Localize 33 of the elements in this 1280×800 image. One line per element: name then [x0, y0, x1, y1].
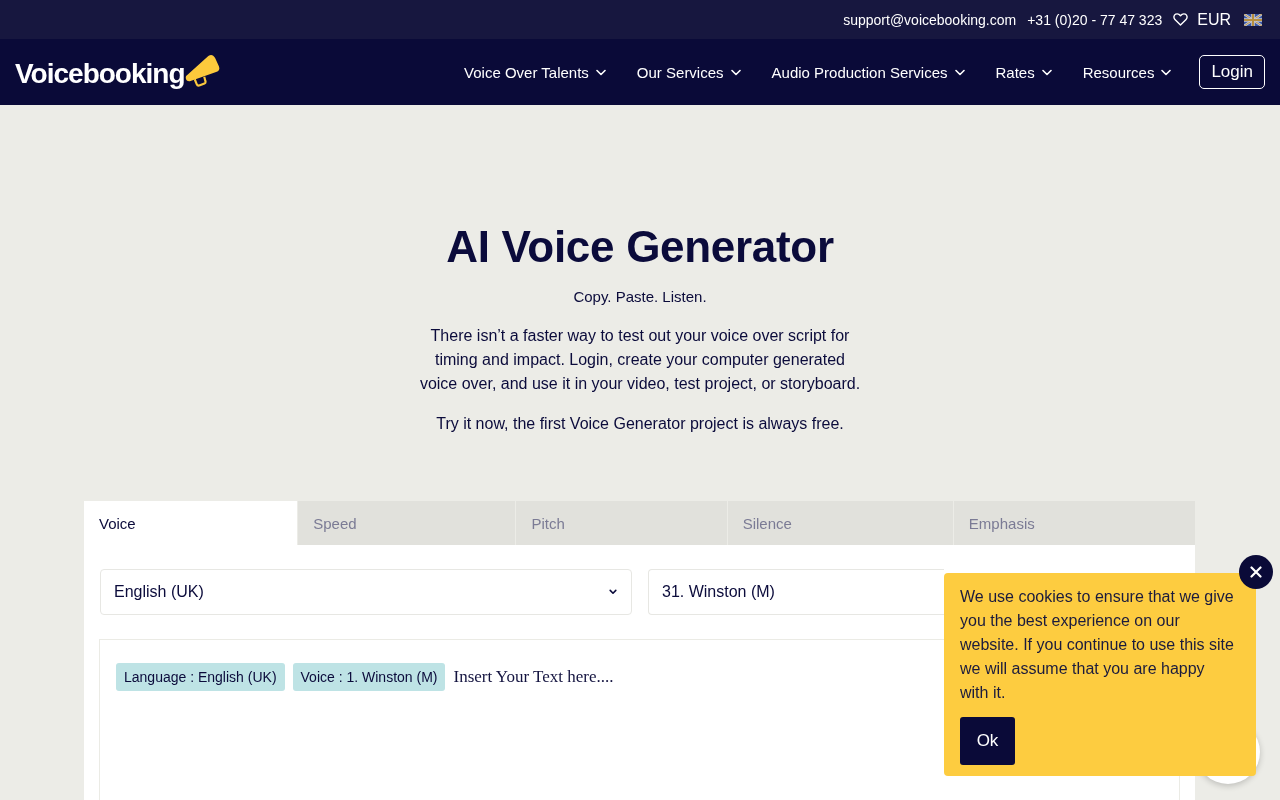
- logo-link[interactable]: Voicebooking: [15, 53, 220, 91]
- tab[interactable]: Voice: [84, 501, 298, 545]
- ok-button[interactable]: Ok: [960, 717, 1015, 765]
- chevron-down-icon: [1161, 68, 1172, 76]
- chevron-down-icon: [609, 589, 617, 595]
- description-text: There isn’t a faster way to test out your voice over script for timing and impact. Login, create your computer generated voice over, and use it in your video, test project, or storyboard.: [418, 326, 862, 394]
- chevron-down-icon: [954, 68, 965, 76]
- nav-menu-item[interactable]: Voice Over Talents: [464, 63, 606, 81]
- script-text-input[interactable]: Insert Your Text here....: [453, 667, 654, 687]
- voice-select[interactable]: 31. Winston (M): [648, 569, 944, 615]
- cookie-message: We use cookies to ensure that we give you the best experience on our website. If you continue to use this site we will assume that you are happy with it.: [960, 587, 1235, 703]
- close-button[interactable]: [1239, 555, 1273, 589]
- page-title: AI Voice Generator: [445, 221, 835, 273]
- language-select[interactable]: English (UK): [100, 569, 632, 615]
- megaphone-icon: [184, 53, 220, 87]
- phone-link[interactable]: +31 (0)20 - 77 47 323: [1027, 11, 1163, 28]
- chevron-down-icon: [595, 68, 606, 76]
- nav-menu-item[interactable]: Audio Production Services: [771, 63, 965, 81]
- chevron-down-icon: [1041, 68, 1052, 76]
- currency-selector[interactable]: EUR: [1197, 10, 1231, 29]
- setting-tag: Voice : 1. Winston (M): [292, 663, 446, 691]
- flag-icon: [1244, 13, 1262, 26]
- close-icon: [1250, 566, 1262, 578]
- tagline-text: Copy. Paste. Listen.: [572, 287, 708, 307]
- nav-menu-item[interactable]: Our Services: [636, 63, 741, 81]
- nav-menu-item[interactable]: Resources: [1082, 63, 1172, 81]
- email-link[interactable]: support@voicebooking.com: [843, 11, 1017, 28]
- nav-menu-item[interactable]: Rates: [995, 63, 1052, 81]
- heart-icon: [1173, 13, 1189, 26]
- login-button[interactable]: Login: [1199, 55, 1265, 89]
- chevron-down-icon: [730, 68, 741, 76]
- setting-tag: Language : English (UK): [116, 663, 285, 691]
- note-text: Try it now, the first Voice Generator project is always free.: [435, 414, 845, 434]
